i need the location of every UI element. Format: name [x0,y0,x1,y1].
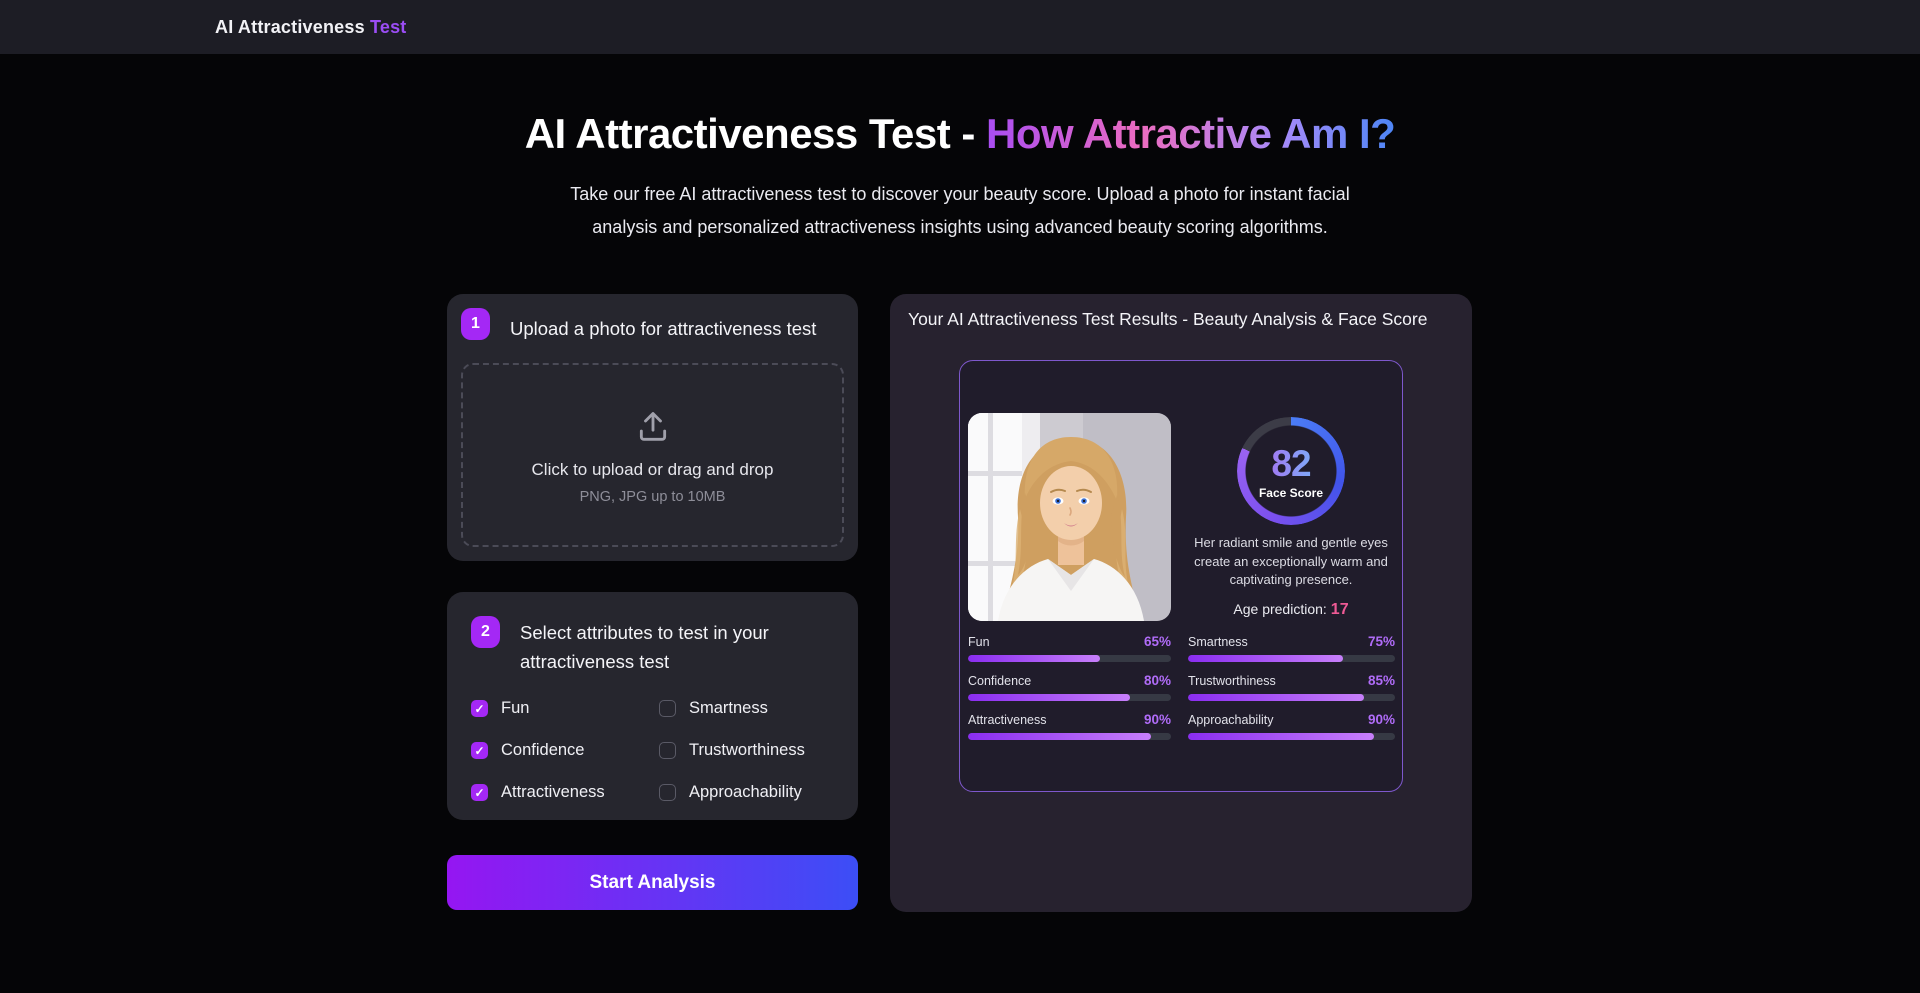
checkbox[interactable]: ✓ [659,700,676,717]
dropzone-filetypes: PNG, JPG up to 10MB [580,489,726,505]
metric-row: Smartness 75% [1188,634,1395,662]
metric-bar-fill [1188,655,1343,662]
age-prediction-label: Age prediction: [1233,601,1326,617]
attribute-checkbox-item[interactable]: ✓ Trustworthiness [659,741,834,760]
portrait-photo-image [968,413,1171,621]
metric-bar-fill [968,733,1151,740]
page-title-gradient: How Attractive Am I? [986,110,1395,157]
results-title: Your AI Attractiveness Test Results - Be… [908,309,1454,330]
metric-bar-fill [968,694,1130,701]
metric-percent: 65% [1144,634,1171,649]
brand-primary: AI Attractiveness [215,17,365,37]
results-card: Your AI Attractiveness Test Results - Be… [890,294,1472,912]
metric-label: Smartness [1188,635,1248,649]
face-score-ring: 82 Face Score [1237,417,1345,525]
metric-bar-track [968,655,1171,662]
metric-percent: 75% [1368,634,1395,649]
top-navbar: AI Attractiveness Test [0,0,1920,54]
attribute-checkbox-item[interactable]: ✓ Confidence [471,741,659,760]
left-column: 1 Upload a photo for attractiveness test… [447,294,858,912]
attribute-checkbox-item[interactable]: ✓ Smartness [659,699,834,718]
metric-label: Trustworthiness [1188,674,1276,688]
checkbox[interactable]: ✓ [471,700,488,717]
metric-bar-track [1188,694,1395,701]
checkbox[interactable]: ✓ [471,784,488,801]
metric-label: Fun [968,635,990,649]
checkbox[interactable]: ✓ [471,742,488,759]
attributes-card: 2 Select attributes to test in your attr… [447,592,858,820]
checkbox-label: Approachability [689,783,802,802]
metric-row: Fun 65% [968,634,1171,662]
metric-row: Attractiveness 90% [968,712,1171,740]
face-score-value: 82 [1271,443,1310,485]
main-content: AI Attractiveness Test - How Attractive … [447,110,1473,912]
check-icon: ✓ [474,787,484,799]
checkbox[interactable]: ✓ [659,784,676,801]
upload-icon [633,406,673,446]
checkbox-label: Confidence [501,741,584,760]
brand-logo[interactable]: AI Attractiveness Test [215,17,406,38]
checkbox-label: Smartness [689,699,768,718]
metric-row: Confidence 80% [968,673,1171,701]
metric-bar-fill [968,655,1100,662]
metric-bar-fill [1188,694,1364,701]
start-analysis-button[interactable]: Start Analysis [447,855,858,910]
metric-row: Trustworthiness 85% [1188,673,1395,701]
brand-accent: Test [370,17,406,37]
age-prediction: Age prediction: 17 [1233,601,1348,619]
metric-percent: 80% [1144,673,1171,688]
metric-label: Attractiveness [968,713,1047,727]
check-icon: ✓ [474,703,484,715]
check-icon: ✓ [474,745,484,757]
page-title: AI Attractiveness Test - How Attractive … [447,110,1473,158]
attributes-grid: ✓ Fun ✓ Smartness ✓ Confidence [471,699,834,802]
upload-card-title: Upload a photo for attractiveness test [510,308,816,343]
checkbox-label: Trustworthiness [689,741,805,760]
metrics-grid: Fun 65% Smartness 75% [968,634,1394,740]
metric-bar-track [968,733,1171,740]
metric-percent: 85% [1368,673,1395,688]
face-score-label: Face Score [1259,486,1323,500]
metric-label: Confidence [968,674,1031,688]
metric-row: Approachability 90% [1188,712,1395,740]
checkbox-label: Fun [501,699,529,718]
metric-bar-fill [1188,733,1374,740]
page-subtitle: Take our free AI attractiveness test to … [563,178,1358,244]
metric-label: Approachability [1188,713,1273,727]
metric-percent: 90% [1368,712,1395,727]
results-inner-panel: 82 Face Score Her radiant smile and gent… [959,360,1403,792]
score-column: 82 Face Score Her radiant smile and gent… [1188,413,1394,621]
attributes-card-title: Select attributes to test in your attrac… [520,616,834,676]
dropzone-instruction: Click to upload or drag and drop [532,460,774,480]
page-title-plain: AI Attractiveness Test - [525,110,986,157]
metric-bar-track [1188,733,1395,740]
age-prediction-value: 17 [1331,601,1349,618]
upload-card: 1 Upload a photo for attractiveness test… [447,294,858,561]
metric-bar-track [968,694,1171,701]
step-2-badge: 2 [471,616,500,648]
metric-bar-track [1188,655,1395,662]
checkbox-label: Attractiveness [501,783,605,802]
checkbox[interactable]: ✓ [659,742,676,759]
step-1-badge: 1 [461,308,490,340]
attribute-checkbox-item[interactable]: ✓ Fun [471,699,659,718]
upload-dropzone[interactable]: Click to upload or drag and drop PNG, JP… [461,363,844,547]
attribute-checkbox-item[interactable]: ✓ Approachability [659,783,834,802]
face-analysis-description: Her radiant smile and gentle eyes create… [1188,534,1394,590]
metric-percent: 90% [1144,712,1171,727]
attribute-checkbox-item[interactable]: ✓ Attractiveness [471,783,659,802]
portrait-photo [968,413,1171,621]
